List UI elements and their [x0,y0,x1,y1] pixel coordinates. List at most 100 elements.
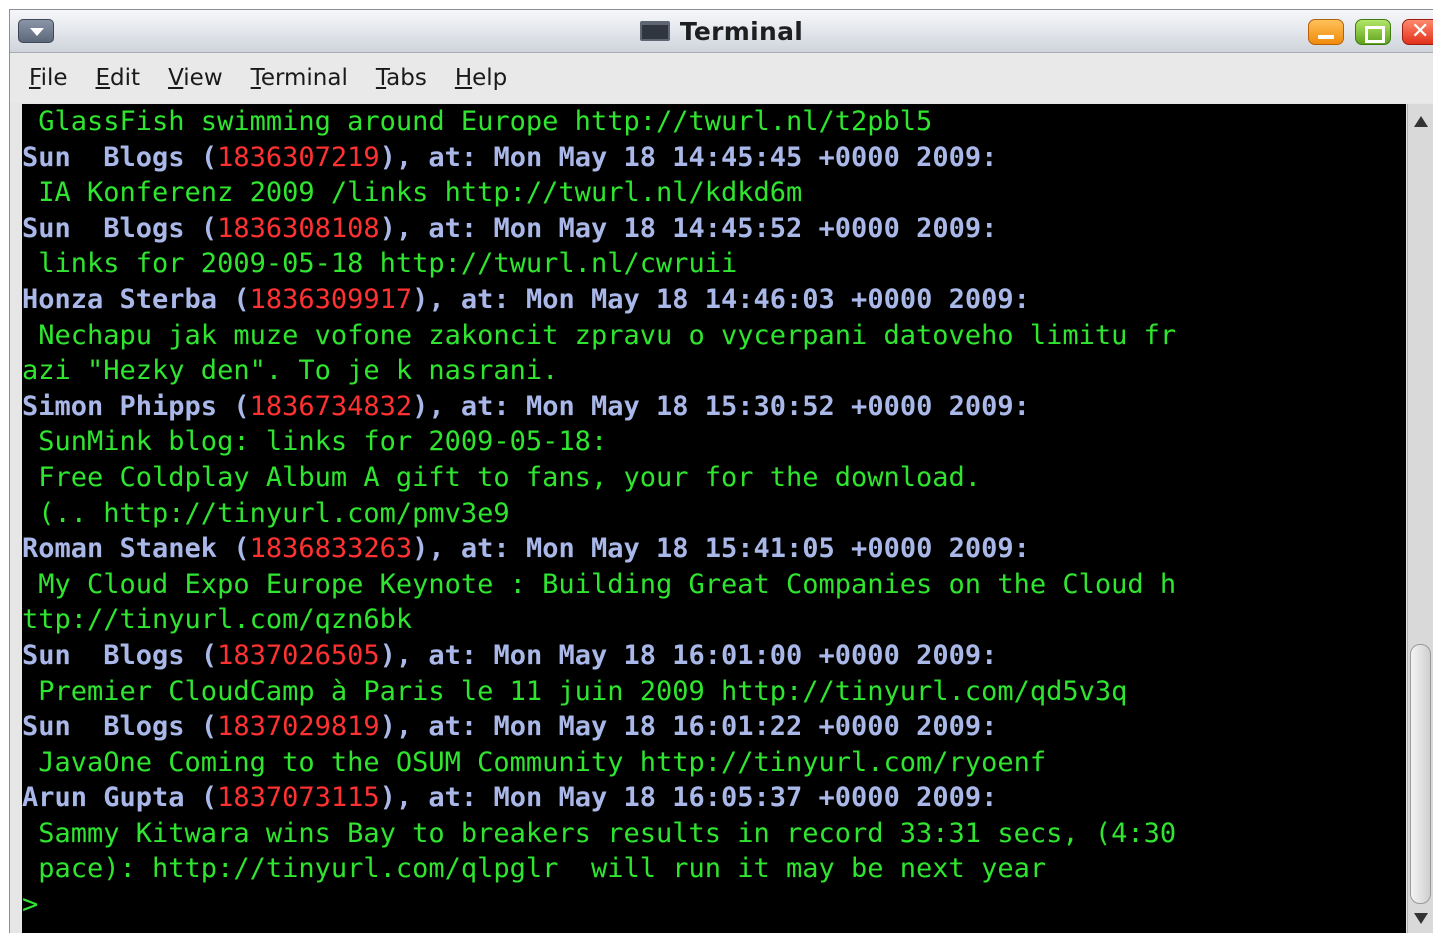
tweet-id: 1836309917 [249,283,413,315]
terminal-window: Terminal ✕ File Edit View Terminal Tabs … [9,9,1433,933]
paren-open: ( [184,711,218,743]
tweet-text: Sammy Kitwara wins Bay to breakers resul… [22,817,1177,849]
author-name: Sun Blogs [22,141,185,173]
tweet-id: 1836307219 [217,141,380,173]
close-icon: ✕ [1411,19,1430,44]
author-name: Roman Stanek [22,533,218,565]
paren-close: ), at: [412,390,526,422]
tweet-text: azi "Hezky den". To je k nasrani. [22,355,559,387]
prompt-line[interactable]: > [22,887,1406,923]
tweet-text-line: pace): http://tinyurl.com/qlpglr will ru… [22,851,1406,887]
tweet-text-line: Sammy Kitwara wins Bay to breakers resul… [22,816,1406,852]
timestamp: Mon May 18 15:30:52 +0000 2009 [525,390,1014,422]
tweet-text: GlassFish swimming around Europe http://… [22,106,933,137]
menu-file[interactable]: File [29,65,68,91]
colon: : [981,711,998,743]
tweet-text-line: ttp://tinyurl.com/qzn6bk [22,602,1406,638]
menu-terminal[interactable]: Terminal [251,65,348,91]
timestamp: Mon May 18 16:05:37 +0000 2009 [493,782,982,814]
timestamp: Mon May 18 14:45:45 +0000 2009 [493,141,982,173]
tweet-text-line: azi "Hezky den". To je k nasrani. [22,353,1406,389]
vertical-scrollbar[interactable] [1407,104,1433,933]
title-bar[interactable]: Terminal ✕ [10,10,1433,53]
paren-close: ), at: [379,639,494,671]
tweet-id: 1836833263 [249,533,413,565]
paren-open: ( [184,782,218,814]
timestamp: Mon May 18 14:46:03 +0000 2009 [525,283,1014,315]
tweet-header-line: Sun Blogs (1837029819), at: Mon May 18 1… [22,709,1406,745]
tweet-text: IA Konferenz 2009 /links http://twurl.nl… [22,177,803,209]
minimize-icon [1318,35,1334,39]
shell-prompt: > [22,889,39,921]
arrow-up-icon[interactable] [1414,116,1428,127]
tweet-text-line: Premier CloudCamp à Paris le 11 juin 200… [22,674,1406,710]
author-name: Simon Phipps [22,390,218,422]
title-area: Terminal [10,10,1433,52]
tweet-text: ttp://tinyurl.com/qzn6bk [22,604,413,636]
author-name: Sun Blogs [22,639,185,671]
tweet-header-line: Arun Gupta (1837073115), at: Mon May 18 … [22,780,1406,816]
menu-view[interactable]: View [168,65,223,91]
tweet-text-line: links for 2009-05-18 http://twurl.nl/cwr… [22,246,1406,282]
timestamp: Mon May 18 14:45:52 +0000 2009 [493,212,982,244]
maximize-button[interactable] [1355,19,1391,45]
paren-open: ( [184,141,218,173]
tweet-id: 1836308108 [217,212,380,244]
terminal-icon [639,21,670,41]
scrollbar-thumb[interactable] [1410,644,1431,904]
tweet-text-line: Nechapu jak muze vofone zakoncit zpravu … [22,318,1406,354]
timestamp: Mon May 18 15:41:05 +0000 2009 [525,533,1014,565]
terminal-output[interactable]: GlassFish swimming around Europe http://… [22,104,1406,933]
tweet-text: Premier CloudCamp à Paris le 11 juin 200… [22,675,1128,707]
tweet-text: (.. http://tinyurl.com/pmv3e9 [22,497,510,529]
tweet-text-line: GlassFish swimming around Europe http://… [22,104,1406,140]
timestamp: Mon May 18 16:01:22 +0000 2009 [493,711,982,743]
menu-bar: File Edit View Terminal Tabs Help [10,53,1433,103]
menu-help[interactable]: Help [455,65,507,91]
tweet-text: links for 2009-05-18 http://twurl.nl/cwr… [22,248,738,280]
tweet-text-line: (.. http://tinyurl.com/pmv3e9 [22,496,1406,532]
tweet-text: Nechapu jak muze vofone zakoncit zpravu … [22,319,1177,351]
colon: : [1013,283,1030,315]
tweet-text-line: SunMink blog: links for 2009-05-18: [22,424,1406,460]
tweet-text: pace): http://tinyurl.com/qlpglr will ru… [22,853,1047,885]
tweet-id: 1836734832 [249,390,413,422]
author-name: Sun Blogs [22,711,185,743]
paren-close: ), at: [379,212,494,244]
paren-open: ( [217,390,250,422]
tweet-id: 1837073115 [217,782,380,814]
tweet-text: My Cloud Expo Europe Keynote : Building … [22,568,1177,600]
paren-close: ), at: [379,711,494,743]
menu-edit[interactable]: Edit [96,65,141,91]
author-name: Sun Blogs [22,212,185,244]
author-name: Honza Sterba [22,283,218,315]
close-button[interactable]: ✕ [1402,19,1433,45]
tweet-id: 1837026505 [217,639,380,671]
tweet-text-line: JavaOne Coming to the OSUM Community htt… [22,745,1406,781]
colon: : [981,141,998,173]
paren-open: ( [184,639,218,671]
paren-open: ( [217,533,250,565]
paren-close: ), at: [412,283,526,315]
colon: : [1013,533,1030,565]
tweet-header-line: Roman Stanek (1836833263), at: Mon May 1… [22,531,1406,567]
author-name: Arun Gupta [22,782,185,814]
menu-tabs[interactable]: Tabs [376,65,427,91]
tweet-text: Free Coldplay Album A gift to fans, your… [22,461,982,493]
tweet-text: SunMink blog: links for 2009-05-18: [22,426,608,458]
maximize-icon [1365,26,1385,43]
tweet-header-line: Sun Blogs (1836308108), at: Mon May 18 1… [22,211,1406,247]
paren-close: ), at: [379,141,494,173]
window-title: Terminal [679,16,804,46]
tweet-text-line: Free Coldplay Album A gift to fans, your… [22,460,1406,496]
tweet-header-line: Sun Blogs (1837026505), at: Mon May 18 1… [22,638,1406,674]
paren-close: ), at: [379,782,494,814]
minimize-button[interactable] [1308,19,1344,45]
arrow-down-icon[interactable] [1414,913,1428,924]
tweet-id: 1837029819 [217,711,380,743]
tweet-header-line: Simon Phipps (1836734832), at: Mon May 1… [22,389,1406,425]
paren-close: ), at: [412,533,526,565]
tweet-header-line: Honza Sterba (1836309917), at: Mon May 1… [22,282,1406,318]
paren-open: ( [217,283,250,315]
colon: : [981,782,998,814]
